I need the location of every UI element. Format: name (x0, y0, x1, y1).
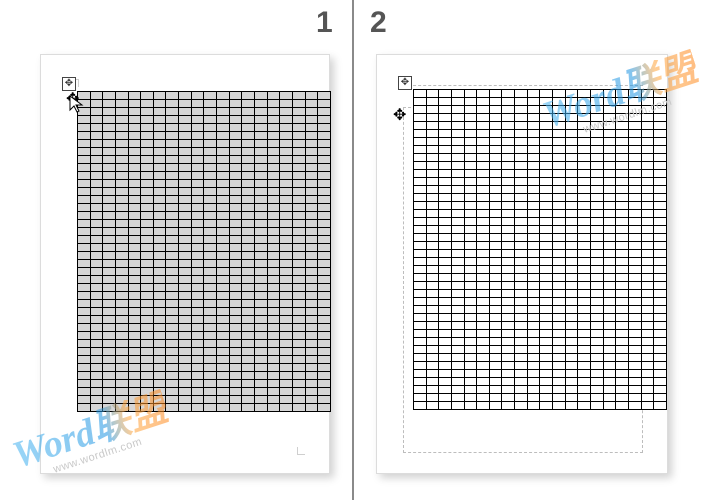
move-cursor-icon: ✥ (393, 105, 406, 125)
margin-corner-mark (297, 441, 311, 455)
table[interactable] (413, 89, 667, 410)
panel-divider (352, 0, 354, 500)
table-move-handle[interactable]: ✥ (62, 77, 76, 91)
move-icon: ✥ (65, 79, 73, 89)
document-page-1[interactable]: ✥ ✥ (40, 54, 330, 474)
header-guide (403, 85, 643, 86)
comparison-stage: 1 2 ✥ ✥ ✥ ✥ Word联盟 www.wordlm.com (0, 0, 710, 500)
table-selected[interactable] (77, 91, 331, 412)
table-move-handle[interactable]: ✥ (398, 76, 412, 90)
document-page-2[interactable]: ✥ ✥ (376, 54, 668, 474)
panel-label-2: 2 (370, 6, 387, 40)
panel-label-1: 1 (316, 6, 333, 40)
move-icon: ✥ (401, 78, 409, 88)
